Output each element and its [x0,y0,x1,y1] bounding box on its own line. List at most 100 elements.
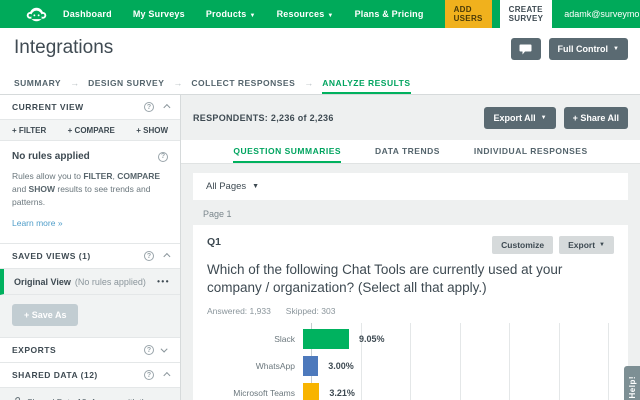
nav-item-plans-pricing[interactable]: Plans & Pricing [355,9,424,19]
sidebar: CURRENT VIEW ? + FILTER + COMPARE + SHOW N… [0,95,181,400]
question-card: Q1 Customize Export▼ Which of the follow… [193,225,628,400]
saved-view-note: (No rules applied) [75,277,146,287]
bar-track: 3.21% [303,383,608,400]
tab-data-trends[interactable]: DATA TRENDS [375,140,440,163]
chevron-down-icon [161,345,168,352]
saved-view-item-original[interactable]: Original View (No rules applied) ••• [0,269,180,295]
arrow-right-icon: → [70,78,79,94]
bar-track: 3.00% [303,356,608,376]
chevron-down-icon: ▼ [599,242,605,248]
bar-category-label: Microsoft Teams [207,388,303,398]
full-control-button[interactable]: Full Control▼ [549,38,628,60]
bar-category-label: WhatsApp [207,361,303,371]
customize-button[interactable]: Customize [492,236,553,254]
help-icon[interactable]: ? [158,152,168,162]
help-icon[interactable]: ? [144,251,154,261]
top-nav: Dashboard My Surveys Products▼ Resources▼ Pl… [0,0,640,28]
bar-whatsapp[interactable] [303,356,318,376]
main-content: RESPONDENTS: 2,236 of 2,236 Export All▼ … [181,95,640,400]
chevron-down-icon: ▼ [541,115,547,121]
shared-data-header[interactable]: SHARED DATA (12) ? [0,363,180,388]
nav-item-resources[interactable]: Resources▼ [277,9,334,19]
bar-value-label: 3.00% [328,361,354,371]
nav-item-products[interactable]: Products▼ [206,9,256,19]
chart-row-slack: Slack 9.05% [207,329,614,349]
chart-row-microsoft-teams: Microsoft Teams 3.21% [207,383,614,400]
skipped-count: Skipped: 303 [286,306,336,316]
chevron-up-icon [163,372,170,379]
page-title: Integrations [14,37,113,59]
bar-slack[interactable] [303,329,349,349]
respondents-bar: RESPONDENTS: 2,236 of 2,236 Export All▼ … [181,95,640,140]
nav-item-dashboard[interactable]: Dashboard [63,9,112,19]
help-icon[interactable]: ? [144,370,154,380]
current-view-header[interactable]: CURRENT VIEW ? [0,95,180,120]
bar-chart: Slack 9.05% WhatsApp 3.00% Microsoft Teams 3.… [207,329,614,400]
chevron-down-icon: ▼ [613,46,619,52]
chart-rows: Slack 9.05% WhatsApp 3.00% Microsoft Teams 3.… [207,329,614,400]
help-tab[interactable]: Help! [624,366,640,400]
rule-action-filter[interactable]: + FILTER [12,126,46,135]
create-survey-button[interactable]: CREATE SURVEY [500,0,553,28]
more-options-icon[interactable]: ••• [157,277,170,286]
comments-button[interactable] [511,38,541,60]
export-question-button[interactable]: Export▼ [559,236,614,254]
arrow-right-icon: → [173,78,182,94]
bar-value-label: 9.05% [359,334,385,344]
no-rules-panel: No rules applied ? Rules allow you to FI… [0,141,180,244]
help-icon[interactable]: ? [144,102,154,112]
bar-category-label: Slack [207,334,303,344]
view-rule-actions: + FILTER + COMPARE + SHOW [0,120,180,141]
save-as-button[interactable]: + Save As [12,304,78,326]
bar-track: 9.05% [303,329,608,349]
export-all-button[interactable]: Export All▼ [484,107,555,129]
nav-right: ADD USERS CREATE SURVEY adamk@surveymonk… [445,0,640,28]
rules-description: Rules allow you to FILTER, COMPARE and S… [12,170,168,208]
chart-row-whatsapp: WhatsApp 3.00% [207,356,614,376]
tab-question-summaries[interactable]: QUESTION SUMMARIES [233,140,341,163]
link-icon [10,396,21,400]
help-icon[interactable]: ? [144,345,154,355]
save-as-panel: + Save As [0,295,180,338]
tab-individual-responses[interactable]: INDIVIDUAL RESPONSES [474,140,588,163]
bar-microsoft-teams[interactable] [303,383,319,400]
answered-count: Answered: 1,933 [207,306,271,316]
results-content: All Pages ▼ Page 1 Q1 Customize Export▼ … [181,164,640,400]
breadcrumb-step-analyze-results[interactable]: ANALYZE RESULTS [322,78,410,94]
breadcrumb-step-design-survey[interactable]: DESIGN SURVEY [88,78,164,94]
question-text: Which of the following Chat Tools are cu… [207,261,614,297]
chevron-down-icon: ▼ [249,13,255,19]
app-body: CURRENT VIEW ? + FILTER + COMPARE + SHOW N… [0,95,640,400]
results-tabs: QUESTION SUMMARIES DATA TRENDS INDIVIDUAL … [181,140,640,164]
account-email: adamk@surveymonkey.com [564,9,640,19]
account-menu[interactable]: adamk@surveymonkey.com▼ [564,9,640,19]
breadcrumb: SUMMARY → DESIGN SURVEY → COLLECT RESPONSES →… [14,72,411,94]
page-header: Integrations Full Control▼ SUMMARY → DESIG… [0,28,640,95]
bar-value-label: 3.21% [329,388,355,398]
chevron-up-icon [163,253,170,260]
chevron-down-icon: ▼ [252,183,259,190]
shared-data-item[interactable]: Shared Data 12: Anyone with the ••• [0,388,180,400]
saved-views-header[interactable]: SAVED VIEWS (1) ? [0,244,180,269]
question-number: Q1 [207,236,221,248]
learn-more-link[interactable]: Learn more » [12,218,63,228]
rule-action-show[interactable]: + SHOW [136,126,168,135]
surveymonkey-logo-icon[interactable] [26,6,47,23]
chevron-down-icon: ▼ [327,13,333,19]
breadcrumb-step-summary[interactable]: SUMMARY [14,78,61,94]
share-all-button[interactable]: + Share All [564,107,628,129]
exports-header[interactable]: EXPORTS ? [0,338,180,363]
page-filter-dropdown[interactable]: All Pages ▼ [193,173,628,200]
respondents-count: RESPONDENTS: 2,236 of 2,236 [193,113,334,123]
header-actions: Full Control▼ [511,38,628,60]
no-rules-title: No rules applied [12,151,90,162]
speech-bubble-icon [519,44,532,55]
chevron-up-icon [163,103,170,110]
rule-action-compare[interactable]: + COMPARE [68,126,115,135]
add-users-button[interactable]: ADD USERS [445,0,492,28]
page-label: Page 1 [203,209,628,219]
nav-item-my-surveys[interactable]: My Surveys [133,9,185,19]
breadcrumb-step-collect-responses[interactable]: COLLECT RESPONSES [191,78,295,94]
saved-view-name: Original View [14,277,71,287]
arrow-right-icon: → [304,78,313,94]
